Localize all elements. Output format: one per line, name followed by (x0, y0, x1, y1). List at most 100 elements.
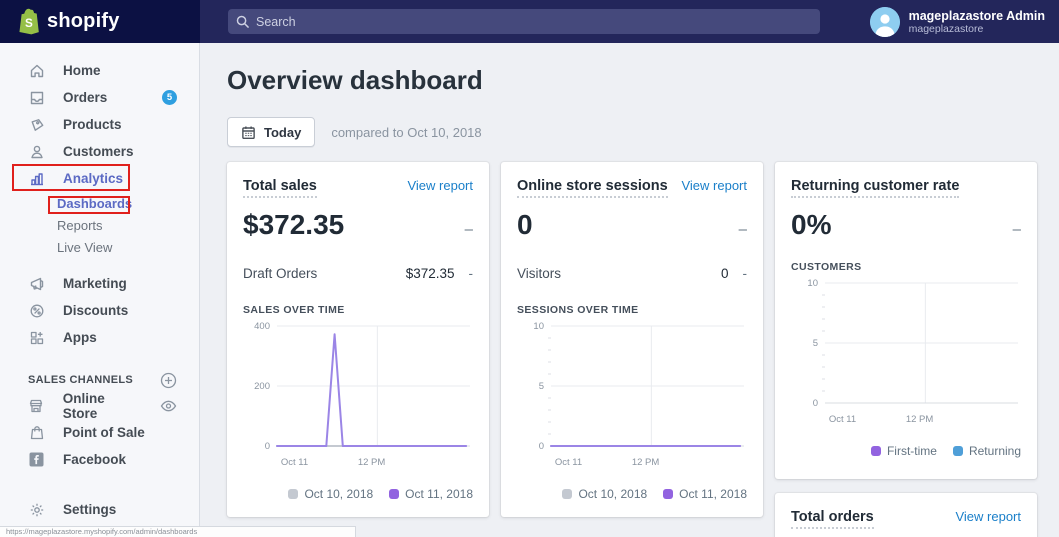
sidebar-item-reports[interactable]: Reports (0, 214, 199, 236)
search-icon (236, 15, 249, 28)
sidebar-item-analytics[interactable]: Analytics (0, 165, 199, 192)
sidebar-item-apps[interactable]: Apps (0, 324, 199, 351)
svg-text:0: 0 (265, 441, 270, 452)
view-report-link-sales[interactable]: View report (407, 178, 473, 193)
shopify-logo[interactable]: S shopify (0, 0, 200, 43)
sidebar-item-live-view[interactable]: Live View (0, 236, 199, 258)
point-of-sale-icon (28, 424, 45, 441)
sales-over-time-chart: 0 200 400 Oct 11 12 PM (243, 318, 473, 478)
user-info: mageplazastore Admin mageplazastore (909, 9, 1045, 35)
customers-chart: 0 5 10 Oct 11 12 PM (791, 275, 1021, 435)
card-total-orders: Total orders View report (775, 493, 1037, 537)
svg-text:5: 5 (539, 381, 544, 392)
view-report-link-sessions[interactable]: View report (681, 178, 747, 193)
shopify-bag-icon: S (16, 8, 40, 35)
svg-text:10: 10 (807, 278, 818, 289)
search-bar[interactable] (228, 9, 820, 34)
user-store-name: mageplazastore (909, 23, 1045, 35)
discounts-icon (28, 302, 45, 319)
analytics-icon (28, 170, 45, 187)
sales-chart-legend: Oct 10, 2018 Oct 11, 2018 (243, 487, 473, 501)
shopify-admin-window: S shopify mageplazastore Admin mageplaza (0, 0, 1059, 537)
sessions-value: 0 (517, 209, 533, 241)
svg-text:12 PM: 12 PM (906, 414, 934, 425)
orders-count-badge: 5 (162, 90, 177, 105)
home-icon (28, 62, 45, 79)
total-sales-value: $372.35 (243, 209, 344, 241)
sidebar-item-products[interactable]: Products (0, 111, 199, 138)
topbar: S shopify mageplazastore Admin mageplaza (0, 0, 1059, 43)
sidebar-item-online-store[interactable]: Online Store (0, 392, 199, 419)
sidebar-item-home[interactable]: Home (0, 57, 199, 84)
sidebar-item-settings[interactable]: Settings (0, 496, 199, 523)
user-name: mageplazastore Admin (909, 9, 1045, 23)
view-report-link-orders[interactable]: View report (955, 509, 1021, 524)
card-total-sales: Total sales View report $372.35 – Draft … (227, 162, 489, 517)
legend-swatch-oct10 (562, 489, 572, 499)
svg-text:Oct 11: Oct 11 (829, 414, 856, 425)
legend-swatch-returning (953, 446, 963, 456)
facebook-icon (28, 451, 45, 468)
avatar (870, 7, 900, 37)
online-store-icon (28, 397, 45, 414)
customers-chart-legend: First-time Returning (791, 444, 1021, 458)
legend-swatch-oct10 (288, 489, 298, 499)
date-range-button[interactable]: Today (227, 117, 315, 147)
customers-label: CUSTOMERS (791, 261, 1021, 273)
settings-gear-icon (28, 501, 45, 518)
view-online-store-button[interactable] (160, 400, 177, 412)
card-title-total-orders: Total orders (791, 509, 874, 529)
svg-text:10: 10 (533, 321, 544, 332)
sales-over-time-label: SALES OVER TIME (243, 304, 473, 316)
add-channel-button[interactable] (160, 372, 177, 389)
compare-period-text: compared to Oct 10, 2018 (331, 125, 481, 140)
sidebar-item-orders[interactable]: Orders 5 (0, 84, 199, 111)
card-title-total-sales: Total sales (243, 178, 317, 198)
orders-icon (28, 89, 45, 106)
sidebar-item-customers[interactable]: Customers (0, 138, 199, 165)
eye-icon (160, 400, 177, 412)
products-icon (28, 116, 45, 133)
svg-text:12 PM: 12 PM (632, 457, 660, 468)
svg-text:Oct 11: Oct 11 (555, 457, 582, 468)
sidebar-item-facebook[interactable]: Facebook (0, 446, 199, 473)
draft-orders-row: Draft Orders $372.35 - (243, 266, 473, 281)
sessions-over-time-chart: 0 5 10 Oct 11 12 PM (517, 318, 747, 478)
search-input[interactable] (256, 15, 812, 29)
sessions-change: – (739, 221, 747, 238)
sidebar-item-dashboards[interactable]: Dashboards (0, 192, 199, 214)
total-sales-change: – (465, 221, 473, 238)
sidebar-item-marketing[interactable]: Marketing (0, 270, 199, 297)
sales-channels-header: SALES CHANNELS (0, 368, 199, 392)
returning-rate-change: – (1013, 221, 1021, 238)
user-menu[interactable]: mageplazastore Admin mageplazastore (870, 7, 1045, 37)
svg-text:5: 5 (813, 338, 818, 349)
apps-icon (28, 329, 45, 346)
sidebar-item-point-of-sale[interactable]: Point of Sale (0, 419, 199, 446)
svg-text:12 PM: 12 PM (358, 457, 386, 468)
marketing-icon (28, 275, 45, 292)
legend-swatch-oct11 (389, 489, 399, 499)
dashboard-controls: Today compared to Oct 10, 2018 (227, 117, 1059, 147)
legend-swatch-first-time (871, 446, 881, 456)
plus-circle-icon (160, 372, 177, 389)
sessions-chart-legend: Oct 10, 2018 Oct 11, 2018 (517, 487, 747, 501)
main-content: Overview dashboard Today compared to Oct… (200, 43, 1059, 537)
svg-text:S: S (25, 17, 33, 30)
svg-text:Oct 11: Oct 11 (281, 457, 308, 468)
customers-icon (28, 143, 45, 160)
page-title: Overview dashboard (227, 65, 1059, 96)
svg-text:400: 400 (254, 321, 270, 332)
browser-status-url: https://mageplazastore.myshopify.com/adm… (0, 526, 356, 537)
sessions-over-time-label: SESSIONS OVER TIME (517, 304, 747, 316)
sidebar-item-discounts[interactable]: Discounts (0, 297, 199, 324)
sidebar: Home Orders 5 Products Customers (0, 43, 200, 537)
card-returning-customer-rate: Returning customer rate 0% – CUSTOMERS 0… (775, 162, 1037, 479)
calendar-icon (241, 125, 256, 140)
svg-text:200: 200 (254, 381, 270, 392)
shopify-wordmark: shopify (47, 10, 120, 33)
legend-swatch-oct11 (663, 489, 673, 499)
visitors-row: Visitors 0 - (517, 266, 747, 281)
svg-text:0: 0 (539, 441, 544, 452)
svg-text:0: 0 (813, 398, 818, 409)
